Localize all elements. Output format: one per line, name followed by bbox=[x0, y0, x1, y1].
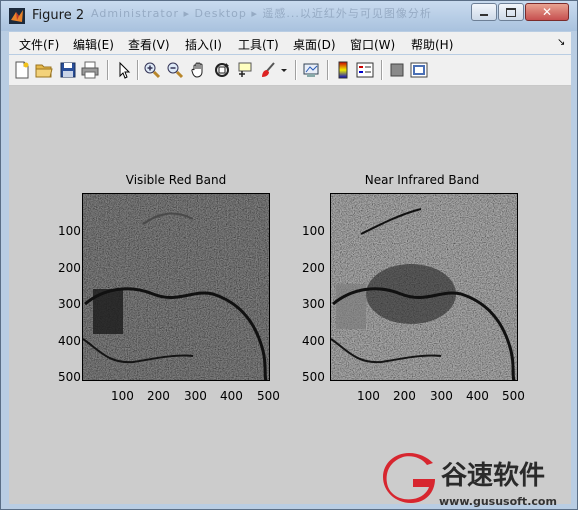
y-tick-label: 100 bbox=[302, 224, 325, 238]
menu-overflow-arrow[interactable]: ↘ bbox=[557, 37, 565, 48]
x-tick-label: 500 bbox=[502, 389, 525, 403]
zoom-in-icon[interactable] bbox=[143, 61, 161, 79]
minimize-icon bbox=[480, 14, 488, 16]
x-tick-label: 200 bbox=[393, 389, 416, 403]
toolbar-separator bbox=[137, 60, 139, 80]
menu-view[interactable]: 查看(V) bbox=[128, 36, 170, 53]
menu-help[interactable]: 帮助(H) bbox=[411, 36, 453, 53]
y-tick-label: 300 bbox=[302, 297, 325, 311]
toolbar-separator bbox=[327, 60, 329, 80]
y-tick-label: 400 bbox=[58, 334, 81, 348]
hide-plot-tools-icon[interactable] bbox=[388, 61, 406, 79]
satellite-image-visible-red bbox=[83, 194, 269, 380]
figure-window: Figure 2 Administrator ▸ Desktop ▸ 遥感...… bbox=[0, 0, 578, 510]
menu-window[interactable]: 窗口(W) bbox=[350, 36, 395, 53]
watermark-logo-icon bbox=[383, 453, 435, 503]
x-tick-label: 400 bbox=[466, 389, 489, 403]
colorbar-icon[interactable] bbox=[334, 61, 352, 79]
y-tick-label: 200 bbox=[302, 261, 325, 275]
watermark-url: www.gususoft.com bbox=[439, 495, 557, 508]
figure-canvas: Visible Red Band 100 200 300 400 500 100… bbox=[9, 86, 571, 504]
link-plot-icon[interactable] bbox=[302, 61, 320, 79]
minimize-button[interactable] bbox=[471, 3, 497, 21]
close-button[interactable]: ✕ bbox=[525, 3, 569, 21]
y-tick-label: 400 bbox=[302, 334, 325, 348]
maximize-icon bbox=[506, 7, 516, 17]
brush-icon[interactable] bbox=[259, 61, 277, 79]
print-icon[interactable] bbox=[81, 61, 99, 79]
data-cursor-icon[interactable] bbox=[236, 61, 254, 79]
close-icon: ✕ bbox=[541, 5, 553, 19]
y-tick-label: 500 bbox=[302, 370, 325, 384]
maximize-button[interactable] bbox=[498, 3, 524, 21]
visible-red-band-image[interactable] bbox=[82, 193, 270, 381]
x-tick-label: 400 bbox=[220, 389, 243, 403]
matlab-logo-icon bbox=[9, 8, 25, 24]
open-file-icon[interactable] bbox=[35, 61, 53, 79]
pan-hand-icon[interactable] bbox=[190, 61, 208, 79]
edit-plot-arrow-icon[interactable] bbox=[115, 61, 133, 79]
x-tick-label: 100 bbox=[357, 389, 380, 403]
toolbar-separator bbox=[107, 60, 109, 80]
zoom-out-icon[interactable] bbox=[166, 61, 184, 79]
brush-dropdown-icon[interactable] bbox=[280, 61, 288, 79]
save-icon[interactable] bbox=[59, 61, 77, 79]
legend-icon[interactable] bbox=[356, 61, 374, 79]
toolbar-separator bbox=[381, 60, 383, 80]
y-tick-label: 500 bbox=[58, 370, 81, 384]
menu-file[interactable]: 文件(F) bbox=[19, 36, 59, 53]
show-plot-tools-icon[interactable] bbox=[410, 61, 428, 79]
rotate-3d-icon[interactable] bbox=[213, 61, 231, 79]
window-title: Figure 2 bbox=[32, 8, 85, 23]
y-tick-label: 300 bbox=[58, 297, 81, 311]
satellite-image-near-infrared bbox=[331, 194, 517, 380]
plot-title-visible-red: Visible Red Band bbox=[125, 173, 227, 187]
menu-desktop[interactable]: 桌面(D) bbox=[293, 36, 336, 53]
menu-edit[interactable]: 编辑(E) bbox=[73, 36, 114, 53]
x-tick-label: 100 bbox=[111, 389, 134, 403]
x-tick-label: 200 bbox=[147, 389, 170, 403]
plot-title-near-infrared: Near Infrared Band bbox=[364, 173, 480, 187]
y-tick-label: 200 bbox=[58, 261, 81, 275]
near-infrared-band-image[interactable] bbox=[330, 193, 518, 381]
title-bar[interactable]: Figure 2 Administrator ▸ Desktop ▸ 遥感...… bbox=[1, 1, 577, 31]
x-tick-label: 300 bbox=[184, 389, 207, 403]
menu-tools[interactable]: 工具(T) bbox=[238, 36, 279, 53]
menu-bar: 文件(F) 编辑(E) 查看(V) 插入(I) 工具(T) 桌面(D) 窗口(W… bbox=[9, 32, 571, 54]
toolbar-separator bbox=[295, 60, 297, 80]
menu-insert[interactable]: 插入(I) bbox=[185, 36, 222, 53]
watermark-text: 谷速软件 bbox=[441, 461, 546, 491]
x-tick-label: 500 bbox=[257, 389, 280, 403]
y-tick-label: 100 bbox=[58, 224, 81, 238]
x-tick-label: 300 bbox=[430, 389, 453, 403]
figure-toolbar bbox=[9, 55, 571, 86]
new-figure-icon[interactable] bbox=[13, 61, 31, 79]
blurred-background-text: Administrator ▸ Desktop ▸ 遥感...以近红外与可见图像… bbox=[91, 7, 432, 20]
